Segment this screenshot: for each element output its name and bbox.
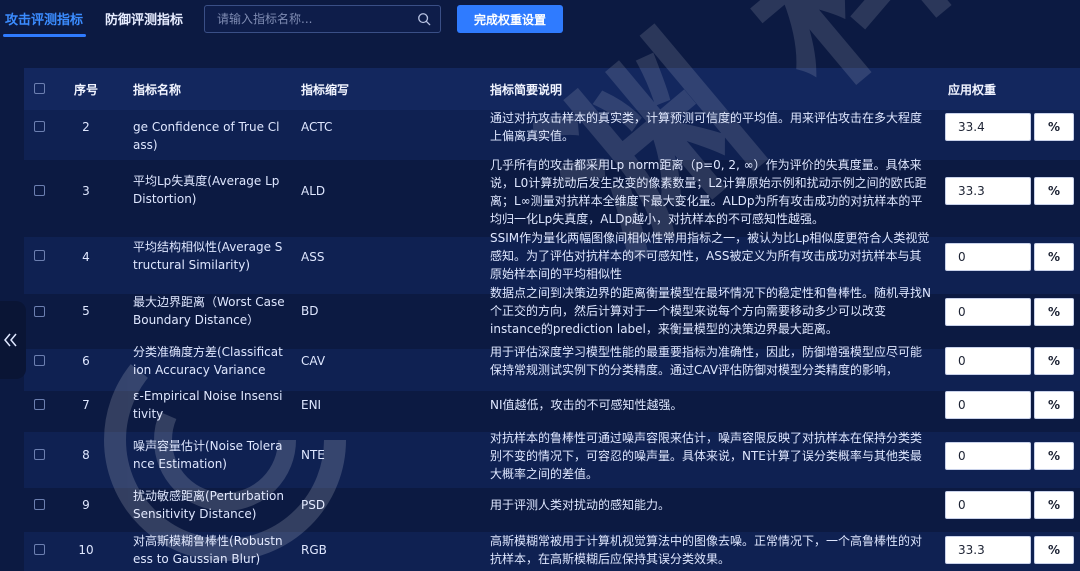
metric-abbr: RGB [301, 543, 327, 557]
row-index: 2 [82, 120, 90, 134]
table-row: 10 对高斯模糊鲁棒性(Robustness to Gaussian Blur)… [24, 532, 1080, 571]
row-index: 3 [82, 184, 90, 198]
header-index: 序号 [74, 83, 99, 97]
metric-desc: 用于评估深度学习模型性能的最重要指标为准确性，因此，防御增强模型应尽可能保持常规… [490, 345, 923, 377]
table-row: 7 ε-Empirical Noise Insensitivity ENI NI… [24, 389, 1080, 432]
metric-abbr: ASS [301, 250, 325, 264]
header-abbr: 指标缩写 [301, 83, 350, 97]
weight-input[interactable] [945, 391, 1031, 419]
percent-unit: % [1034, 113, 1074, 141]
metric-abbr: NTE [301, 448, 325, 462]
metric-name: 最大边界距离（Worst Case Boundary Distance） [133, 295, 285, 327]
row-checkbox[interactable] [34, 185, 45, 196]
complete-weight-button[interactable]: 完成权重设置 [457, 5, 563, 33]
metric-desc: 用于评测人类对扰动的感知能力。 [490, 498, 671, 512]
metric-desc: 高斯模糊常被用于计算机视觉算法中的图像去噪。正常情况下，一个高鲁棒性的对抗样本，… [490, 534, 923, 566]
weight-input[interactable] [945, 536, 1031, 564]
table-row: 8 噪声容量估计(Noise Tolerance Estimation) NTE… [24, 431, 1080, 488]
metric-abbr: BD [301, 304, 319, 318]
metric-desc: 几乎所有的攻击都采用Lp norm距离（p=0, 2, ∞）作为评价的失真度量。… [490, 158, 927, 226]
row-index: 6 [82, 354, 90, 368]
metric-name: 平均Lp失真度(Average Lp Distortion) [133, 174, 280, 206]
row-checkbox[interactable] [34, 121, 45, 132]
percent-unit: % [1034, 391, 1074, 419]
metric-name: 平均结构相似性(Average Structural Similarity) [133, 240, 283, 272]
row-checkbox[interactable] [34, 544, 45, 555]
weight-input[interactable] [945, 298, 1031, 326]
metric-abbr: CAV [301, 354, 326, 368]
percent-unit: % [1034, 491, 1074, 519]
weight-input[interactable] [945, 113, 1031, 141]
header-name: 指标名称 [133, 83, 182, 97]
metric-abbr: ALD [301, 184, 326, 198]
metric-name: 噪声容量估计(Noise Tolerance Estimation) [133, 439, 283, 471]
metric-desc: NI值越低，攻击的不可感知性越强。 [490, 398, 683, 412]
metric-desc: SSIM作为量化两幅图像间相似性常用指标之一，被认为比Lp相似度更符合人类视觉感… [490, 231, 930, 281]
row-index: 10 [78, 543, 94, 557]
table-row: 9 扰动敏感距离(Perturbation Sensitivity Distan… [24, 488, 1080, 532]
metrics-table: 序号 指标名称 指标缩写 指标简要说明 应用权重 2 ge Confidence… [24, 68, 1080, 571]
weight-input[interactable] [945, 491, 1031, 519]
metric-abbr: ACTC [301, 120, 333, 134]
double-chevron-left-icon [4, 333, 17, 347]
row-checkbox[interactable] [34, 449, 45, 460]
percent-unit: % [1034, 298, 1074, 326]
row-index: 9 [82, 498, 90, 512]
percent-unit: % [1034, 243, 1074, 271]
weight-input[interactable] [945, 177, 1031, 205]
table-row: 3 平均Lp失真度(Average Lp Distortion) ALD 几乎所… [24, 158, 1080, 237]
row-index: 5 [82, 304, 90, 318]
table-row: 6 分类准确度方差(Classification Accuracy Varian… [24, 345, 1080, 391]
metric-desc: 通过对抗攻击样本的真实类，计算预测可信度的平均值。用来评估攻击在多大程度上偏离真… [490, 111, 923, 143]
row-index: 7 [82, 398, 90, 412]
search-input[interactable] [205, 6, 405, 32]
top-toolbar: 攻击评测指标 防御评测指标 完成权重设置 [0, 0, 1080, 48]
table-header: 序号 指标名称 指标缩写 指标简要说明 应用权重 [24, 68, 1080, 110]
weight-input[interactable] [945, 442, 1031, 470]
metric-name: 分类准确度方差(Classification Accuracy Variance [133, 345, 283, 377]
row-checkbox[interactable] [34, 399, 45, 410]
search-box [204, 5, 441, 33]
row-checkbox[interactable] [34, 306, 45, 317]
percent-unit: % [1034, 177, 1074, 205]
tab-attack-metrics[interactable]: 攻击评测指标 [2, 9, 87, 37]
metric-name: 对高斯模糊鲁棒性(Robustness to Gaussian Blur) [133, 534, 283, 566]
percent-unit: % [1034, 442, 1074, 470]
row-index: 4 [82, 250, 90, 264]
row-index: 8 [82, 448, 90, 462]
metric-abbr: ENI [301, 398, 322, 412]
search-icon[interactable] [417, 12, 431, 26]
row-checkbox[interactable] [34, 355, 45, 366]
row-checkbox[interactable] [34, 499, 45, 510]
weight-input[interactable] [945, 243, 1031, 271]
metric-desc: 对抗样本的鲁棒性可通过噪声容限来估计，噪声容限反映了对抗样本在保持分类类别不变的… [490, 431, 923, 481]
metric-abbr: PSD [301, 498, 326, 512]
header-desc: 指标简要说明 [490, 83, 563, 97]
select-all-checkbox[interactable] [34, 83, 45, 94]
row-checkbox[interactable] [34, 250, 45, 261]
table-row: 5 最大边界距离（Worst Case Boundary Distance） B… [24, 286, 1080, 349]
percent-unit: % [1034, 536, 1074, 564]
tab-defense-metrics[interactable]: 防御评测指标 [105, 9, 183, 28]
metric-name: ge Confidence of True Class) [133, 120, 280, 152]
percent-unit: % [1034, 347, 1074, 375]
sidebar-collapse-button[interactable] [0, 301, 26, 379]
metric-name: ε-Empirical Noise Insensitivity [133, 389, 283, 421]
metric-desc: 数据点之间到决策边界的距离衡量模型在最坏情况下的稳定性和鲁棒性。随机寻找N个正交… [490, 286, 931, 336]
metric-name: 扰动敏感距离(Perturbation Sensitivity Distance… [133, 489, 285, 521]
header-weight: 应用权重 [948, 83, 997, 97]
weight-input[interactable] [945, 347, 1031, 375]
